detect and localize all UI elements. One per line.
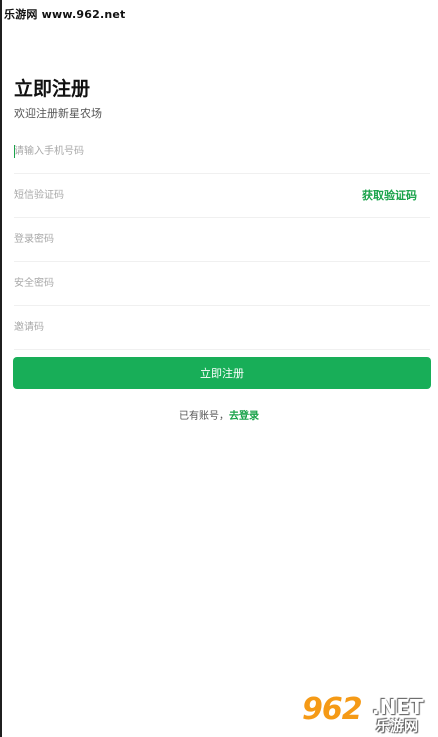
- invite-code-field: [14, 306, 430, 350]
- page-subtitle: 欢迎注册新星农场: [14, 107, 102, 120]
- text-caret: [14, 145, 15, 158]
- invite-code-input[interactable]: [14, 306, 430, 349]
- left-edge-border: [0, 0, 2, 737]
- has-account-text: 已有账号，: [179, 411, 229, 422]
- phone-input[interactable]: [14, 130, 430, 173]
- watermark-logo-number: 962: [302, 692, 363, 727]
- phone-field: [14, 130, 430, 174]
- login-prompt: 已有账号，去登录: [0, 407, 438, 422]
- page-title: 立即注册: [14, 78, 91, 100]
- watermark-logo: 962 .NET 乐游网: [302, 692, 430, 735]
- register-button[interactable]: 立即注册: [13, 357, 431, 389]
- sms-code-field: 获取验证码: [14, 174, 430, 218]
- login-password-input[interactable]: [14, 218, 430, 261]
- watermark-top-text: 乐游网 www.962.net: [4, 8, 126, 21]
- login-link[interactable]: 去登录: [229, 411, 259, 422]
- watermark-logo-sub: 乐游网: [376, 719, 418, 735]
- login-password-field: [14, 218, 430, 262]
- security-password-field: [14, 262, 430, 306]
- get-code-button[interactable]: 获取验证码: [362, 174, 417, 218]
- security-password-input[interactable]: [14, 262, 430, 305]
